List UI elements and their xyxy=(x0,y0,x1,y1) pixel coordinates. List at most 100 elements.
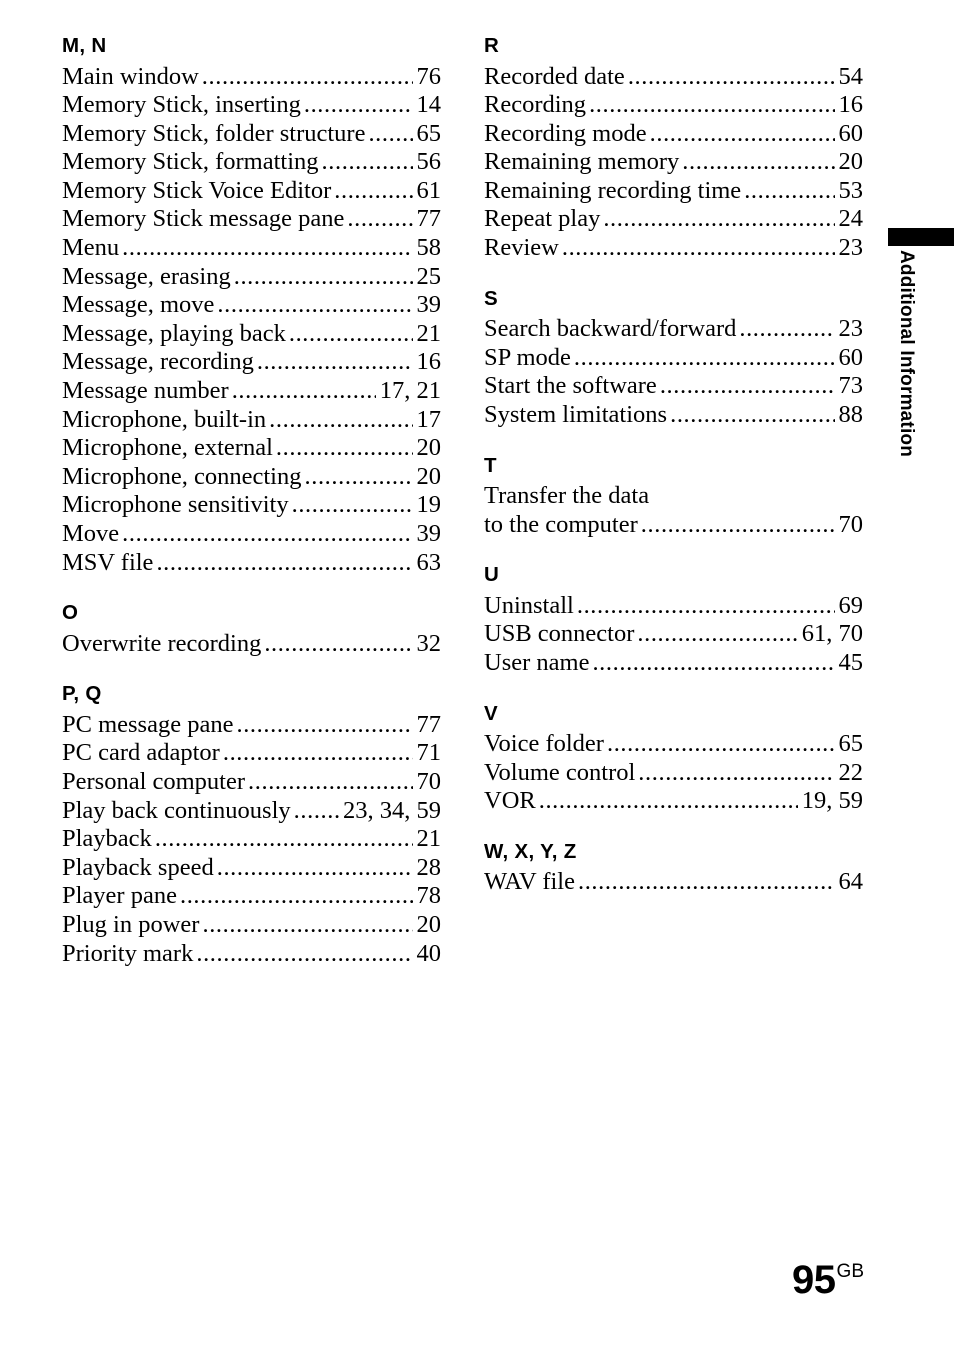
index-entry[interactable]: Voice folder 65 xyxy=(484,730,863,759)
index-entry-label: Uninstall xyxy=(484,591,574,619)
index-entry[interactable]: WAV file 64 xyxy=(484,868,863,897)
index-entry-page-number: 70 xyxy=(838,510,864,538)
index-entry-leader-dots xyxy=(589,91,834,116)
index-entry-label: Memory Stick, folder structure xyxy=(62,119,366,147)
index-entry[interactable]: VOR 19, 59 xyxy=(484,787,863,816)
index-entry[interactable]: Playback 21 xyxy=(62,825,441,854)
index-entry[interactable]: MSV file 63 xyxy=(62,549,441,578)
index-entry-label: Memory Stick message pane xyxy=(62,205,345,233)
index-entry-page-number: 65 xyxy=(416,119,442,147)
index-section: M, N Main window76Memory Stick, inserting… xyxy=(62,34,441,578)
index-entry-page-number: 19 xyxy=(416,491,442,519)
index-entry-page-number: 61 xyxy=(416,176,442,204)
index-entry-label: Menu xyxy=(62,234,120,262)
index-entry-page-number: 71 xyxy=(416,739,442,767)
index-entry[interactable]: Playback speed 28 xyxy=(62,854,441,883)
index-entry[interactable]: Message, recording 16 xyxy=(62,348,441,377)
index-entry-page-number: 61, 70 xyxy=(801,620,863,648)
index-entry-leader-dots xyxy=(334,177,412,202)
index-entry[interactable]: to the computer 70 xyxy=(484,511,863,540)
index-entry[interactable]: Move 39 xyxy=(62,520,441,549)
index-section: R Recorded date54Recording16Recording mod… xyxy=(484,34,863,263)
index-entry[interactable]: Search backward/forward 23 xyxy=(484,315,863,344)
index-entry[interactable]: Recording 16 xyxy=(484,91,863,120)
index-entry[interactable]: Overwrite recording 32 xyxy=(62,630,441,659)
index-entry-label: Microphone sensitivity xyxy=(62,491,289,519)
index-entry-label: Volume control xyxy=(484,758,636,786)
index-entry[interactable]: Play back continuously 23, 34, 59 xyxy=(62,797,441,826)
index-entry-page-number: 53 xyxy=(838,176,864,204)
index-entry[interactable]: Memory Stick, inserting 14 xyxy=(62,91,441,120)
index-entry[interactable]: Personal computer 70 xyxy=(62,768,441,797)
index-entry-leader-dots xyxy=(574,344,835,369)
index-entry-leader-dots xyxy=(292,491,413,516)
index-entry-label: Review xyxy=(484,234,559,262)
index-entry-leader-dots xyxy=(217,291,412,316)
index-entry-label: Play back continuously xyxy=(62,796,291,824)
index-entry[interactable]: Microphone, connecting 20 xyxy=(62,463,441,492)
index-entry[interactable]: Player pane 78 xyxy=(62,882,441,911)
index-entry[interactable]: USB connector 61, 70 xyxy=(484,620,863,649)
index-entry-label: Memory Stick Voice Editor xyxy=(62,176,332,204)
index-entry-leader-dots xyxy=(234,263,413,288)
index-entry[interactable]: Main window 76 xyxy=(62,63,441,92)
index-entry-leader-dots xyxy=(304,91,413,116)
index-entry-page-number: 21 xyxy=(416,319,442,347)
index-entry-page-number: 16 xyxy=(416,348,442,376)
index-entry-page-number: 23 xyxy=(838,234,864,262)
index-section-heading: P, Q xyxy=(62,682,102,706)
index-entry[interactable]: Message number 17, 21 xyxy=(62,377,441,406)
index-entry[interactable]: Microphone, external 20 xyxy=(62,434,441,463)
index-entry-page-number: 20 xyxy=(838,148,864,176)
index-section-heading: S xyxy=(484,286,498,310)
index-entry[interactable]: Priority mark 40 xyxy=(62,940,441,969)
index-entry-page-number: 24 xyxy=(838,205,864,233)
index-entry-leader-dots xyxy=(592,649,834,674)
index-entry[interactable]: Microphone sensitivity 19 xyxy=(62,491,441,520)
index-entry-leader-dots xyxy=(202,911,412,936)
index-entry[interactable]: User name 45 xyxy=(484,649,863,678)
index-entry-page-number: 16 xyxy=(838,91,864,119)
index-entry-leader-dots xyxy=(637,620,797,645)
index-entry[interactable]: Message, erasing 25 xyxy=(62,263,441,292)
index-section-heading: U xyxy=(484,563,500,587)
index-entry[interactable]: Memory Stick message pane 77 xyxy=(62,205,441,234)
index-entry[interactable]: PC card adaptor 71 xyxy=(62,739,441,768)
index-entry-page-number: 54 xyxy=(838,62,864,90)
index-entry[interactable]: Memory Stick Voice Editor 61 xyxy=(62,177,441,206)
index-entry[interactable]: Volume control 22 xyxy=(484,759,863,788)
index-entry-leader-dots xyxy=(607,730,835,755)
index-entry-page-number: 20 xyxy=(416,434,442,462)
index-entry[interactable]: Plug in power 20 xyxy=(62,911,441,940)
index-entry[interactable]: Menu 58 xyxy=(62,234,441,263)
index-entry-leader-dots xyxy=(305,463,413,488)
index-entry[interactable]: Repeat play 24 xyxy=(484,205,863,234)
index-entry[interactable]: Microphone, built-in 17 xyxy=(62,406,441,435)
index-entry[interactable]: Recorded date 54 xyxy=(484,63,863,92)
index-section-heading: M, N xyxy=(62,34,107,57)
index-entry[interactable]: Start the software 73 xyxy=(484,372,863,401)
index-entry-leader-dots xyxy=(603,205,834,230)
index-entry[interactable]: System limitations 88 xyxy=(484,401,863,430)
index-entry-label: Player pane xyxy=(62,882,177,910)
index-entry[interactable]: Message, move 39 xyxy=(62,291,441,320)
index-entry-leader-dots xyxy=(638,759,834,784)
index-entry[interactable]: PC message pane 77 xyxy=(62,711,441,740)
index-entry-label: PC message pane xyxy=(62,710,234,738)
index-entry-label: Message, move xyxy=(62,291,215,319)
index-entry[interactable]: Message, playing back 21 xyxy=(62,320,441,349)
index-entry[interactable]: Recording mode 60 xyxy=(484,120,863,149)
index-entry[interactable]: Remaining memory 20 xyxy=(484,148,863,177)
index-entry-leader-dots xyxy=(682,148,834,173)
index-entry[interactable]: Memory Stick, formatting 56 xyxy=(62,148,441,177)
index-entry-page-number: 77 xyxy=(416,205,442,233)
index-entry[interactable]: SP mode 60 xyxy=(484,344,863,373)
index-entry[interactable]: Remaining recording time 53 xyxy=(484,177,863,206)
index-entry-label: Message, recording xyxy=(62,348,254,376)
index-entry-leader-dots xyxy=(269,406,412,431)
index-section-heading: R xyxy=(484,34,500,57)
index-entry[interactable]: Memory Stick, folder structure 65 xyxy=(62,120,441,149)
index-entry[interactable]: Review 23 xyxy=(484,234,863,263)
index-section-heading: W, X, Y, Z xyxy=(484,839,577,863)
index-entry[interactable]: Uninstall 69 xyxy=(484,592,863,621)
